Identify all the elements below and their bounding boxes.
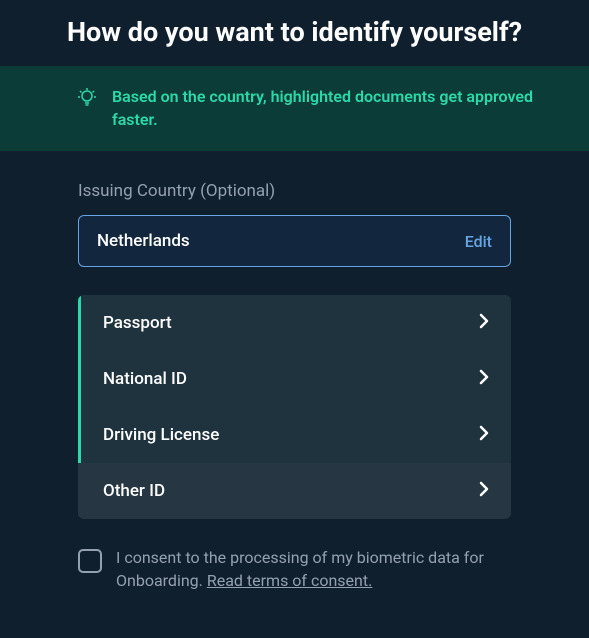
document-option-national-id[interactable]: National ID <box>78 351 511 407</box>
consent-checkbox[interactable] <box>78 549 102 573</box>
country-label: Issuing Country (Optional) <box>78 181 511 201</box>
document-option-other-id[interactable]: Other ID <box>78 463 511 519</box>
document-option-driving-license[interactable]: Driving License <box>78 407 511 463</box>
edit-link[interactable]: Edit <box>465 232 492 251</box>
chevron-right-icon <box>479 369 489 389</box>
chevron-right-icon <box>479 425 489 445</box>
main-content: Issuing Country (Optional) Netherlands E… <box>0 151 589 612</box>
document-option-passport[interactable]: Passport <box>78 295 511 351</box>
document-label: Driving License <box>103 425 219 445</box>
page-title: How do you want to identify yourself? <box>40 14 549 50</box>
document-label: Other ID <box>103 481 165 501</box>
document-label: National ID <box>103 369 187 389</box>
chevron-right-icon <box>479 481 489 501</box>
chevron-right-icon <box>479 313 489 333</box>
consent-row: I consent to the processing of my biomet… <box>78 547 511 592</box>
terms-link[interactable]: Read terms of consent. <box>207 571 372 590</box>
info-banner: Based on the country, highlighted docume… <box>0 66 589 151</box>
page-header: How do you want to identify yourself? <box>0 0 589 66</box>
document-label: Passport <box>103 313 172 333</box>
country-selector[interactable]: Netherlands Edit <box>78 215 511 267</box>
country-value: Netherlands <box>97 231 190 251</box>
consent-text: I consent to the processing of my biomet… <box>116 547 511 592</box>
info-banner-text: Based on the country, highlighted docume… <box>112 86 559 131</box>
lightbulb-icon <box>78 88 96 112</box>
documents-list: Passport National ID Driving License <box>78 295 511 519</box>
